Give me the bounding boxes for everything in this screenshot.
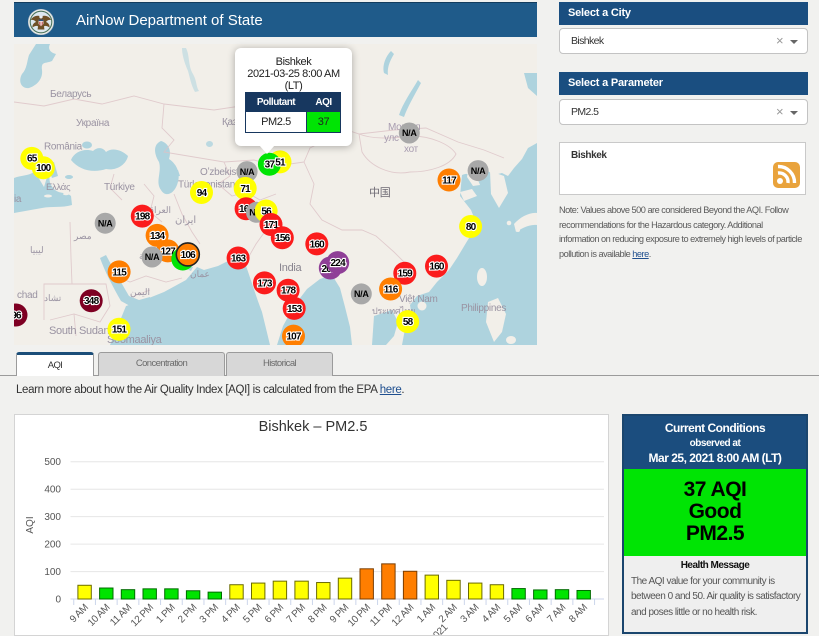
- svg-text:0: 0: [55, 595, 61, 606]
- svg-text:100: 100: [44, 567, 61, 578]
- svg-text:107: 107: [286, 332, 302, 343]
- svg-text:198: 198: [135, 212, 151, 223]
- svg-text:10 PM: 10 PM: [346, 602, 373, 629]
- svg-text:348: 348: [84, 296, 100, 307]
- svg-text:România: România: [44, 142, 83, 153]
- svg-text:58: 58: [403, 317, 414, 328]
- svg-text:300: 300: [44, 512, 61, 523]
- svg-text:11 AM: 11 AM: [108, 602, 134, 628]
- svg-text:134: 134: [150, 231, 166, 242]
- svg-text:Bishkek – PM2.5: Bishkek – PM2.5: [259, 419, 368, 435]
- svg-text:94: 94: [197, 188, 208, 199]
- svg-text:N/A: N/A: [471, 166, 486, 176]
- svg-text:4 PM: 4 PM: [219, 602, 242, 625]
- svg-text:7 PM: 7 PM: [285, 602, 308, 625]
- svg-text:中国: 中国: [369, 186, 391, 199]
- svg-text:ليبيا: ليبيا: [30, 245, 44, 255]
- svg-text:South Sudan: South Sudan: [49, 325, 109, 337]
- svg-text:хот: хот: [404, 144, 419, 155]
- svg-text:8 PM: 8 PM: [306, 602, 329, 625]
- svg-text:116: 116: [384, 284, 399, 295]
- svg-text:12 PM: 12 PM: [129, 602, 156, 629]
- svg-text:Україна: Україна: [76, 118, 110, 129]
- svg-text:7 AM: 7 AM: [545, 602, 568, 625]
- svg-text:ia: ia: [14, 194, 22, 205]
- svg-text:عمان: عمان: [190, 269, 210, 279]
- svg-text:500: 500: [44, 457, 61, 468]
- svg-text:80: 80: [466, 222, 477, 233]
- svg-text:6 AM: 6 AM: [524, 602, 547, 625]
- svg-text:117: 117: [442, 175, 457, 186]
- svg-text:71: 71: [240, 184, 251, 195]
- svg-text:2 AM: 2 AM: [437, 602, 460, 625]
- svg-text:11 PM: 11 PM: [368, 602, 394, 628]
- svg-text:ایران: ایران: [175, 215, 196, 226]
- svg-text:37: 37: [265, 160, 276, 171]
- svg-text:4 AM: 4 AM: [480, 602, 503, 625]
- svg-text:115: 115: [112, 267, 127, 278]
- svg-text:N/A: N/A: [402, 128, 417, 138]
- svg-text:400: 400: [44, 485, 61, 496]
- svg-text:مصر: مصر: [73, 231, 92, 242]
- svg-text:159: 159: [398, 269, 414, 280]
- svg-text:163: 163: [231, 253, 247, 264]
- svg-text:173: 173: [257, 278, 273, 289]
- svg-text:1 PM: 1 PM: [154, 602, 177, 625]
- svg-text:151: 151: [112, 325, 128, 336]
- svg-text:2 PM: 2 PM: [176, 602, 199, 625]
- svg-text:51: 51: [275, 157, 286, 168]
- svg-text:8 AM: 8 AM: [567, 602, 590, 625]
- svg-text:India: India: [279, 262, 303, 274]
- svg-text:chad: chad: [17, 290, 38, 301]
- svg-text:Việt Nam: Việt Nam: [399, 294, 438, 305]
- svg-text:Беларусь: Беларусь: [50, 89, 91, 100]
- svg-text:2021: 2021: [428, 622, 451, 636]
- svg-text:N/A: N/A: [98, 218, 113, 228]
- svg-text:Philippines: Philippines: [461, 303, 506, 314]
- svg-text:Türkiye: Türkiye: [104, 182, 135, 193]
- svg-text:5 AM: 5 AM: [502, 602, 525, 625]
- svg-text:3 AM: 3 AM: [459, 602, 482, 625]
- svg-text:1 AM: 1 AM: [415, 602, 438, 625]
- svg-text:اليمن: اليمن: [130, 287, 150, 298]
- svg-text:6 PM: 6 PM: [263, 602, 286, 625]
- svg-text:160: 160: [310, 239, 326, 250]
- svg-text:106: 106: [181, 250, 197, 261]
- svg-text:100: 100: [36, 163, 52, 174]
- svg-text:N/A: N/A: [240, 167, 255, 177]
- svg-text:200: 200: [44, 540, 61, 551]
- svg-text:3 PM: 3 PM: [198, 602, 221, 625]
- svg-text:تشاد: تشاد: [44, 293, 62, 303]
- svg-text:224: 224: [331, 258, 347, 269]
- svg-text:Ελλάς: Ελλάς: [46, 182, 71, 193]
- svg-text:156: 156: [275, 233, 291, 244]
- svg-text:153: 153: [287, 304, 303, 315]
- svg-text:10 AM: 10 AM: [86, 602, 112, 628]
- svg-text:N/A: N/A: [354, 289, 369, 299]
- svg-text:5 PM: 5 PM: [241, 602, 264, 625]
- svg-text:AQI: AQI: [25, 516, 36, 533]
- svg-text:N/A: N/A: [145, 252, 160, 262]
- svg-text:160: 160: [429, 262, 445, 273]
- svg-text:178: 178: [281, 286, 297, 297]
- svg-text:12 AM: 12 AM: [390, 602, 416, 628]
